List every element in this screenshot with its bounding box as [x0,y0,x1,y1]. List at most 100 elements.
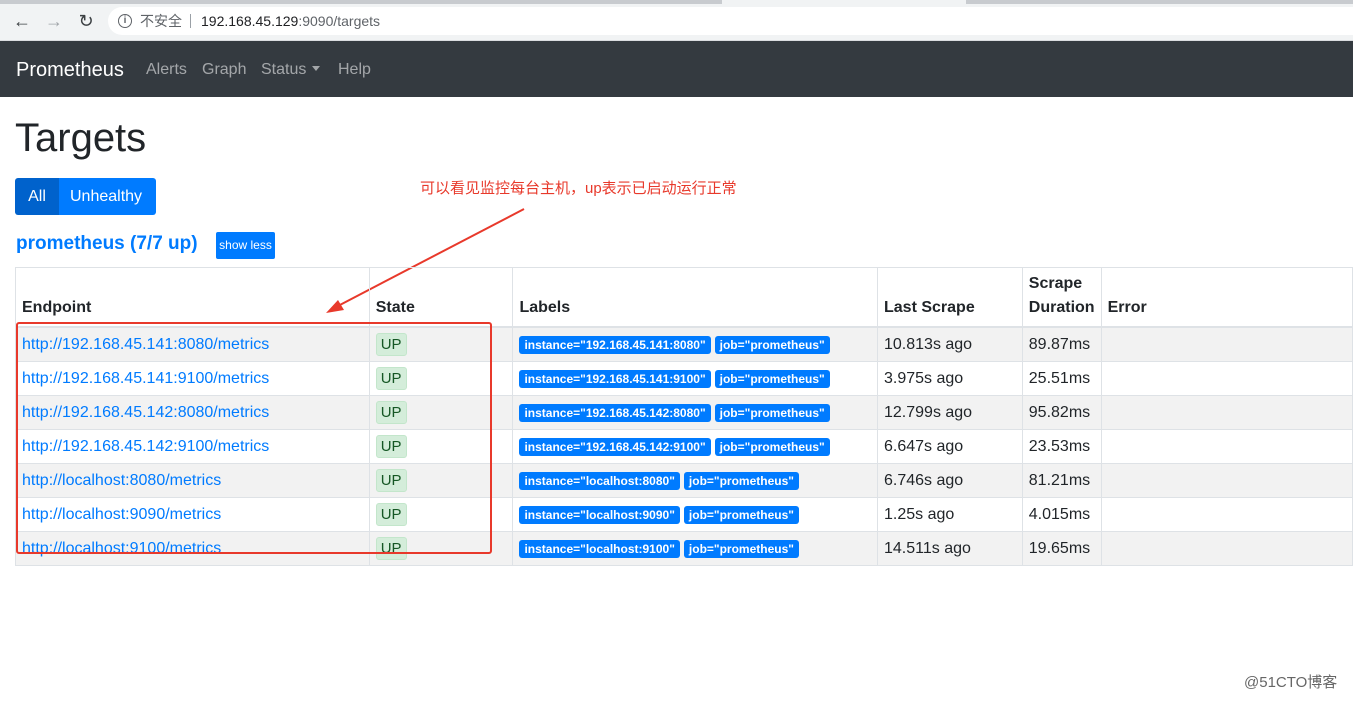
header-scrape-duration-line2: Duration [1028,299,1095,316]
state-cell: UP [368,429,514,464]
state-badge: UP [375,503,407,526]
error-cell [1100,497,1353,532]
address-bar[interactable]: i 不安全 192.168.45.129:9090/targets [108,7,1353,35]
state-badge: UP [375,435,407,458]
instance-label-badge: instance="192.168.45.141:9100" [519,369,711,388]
labels-cell: instance="192.168.45.141:9100" job="prome… [512,361,878,396]
endpoint-cell: http://localhost:9100/metrics [15,531,370,566]
labels-cell: instance="localhost:9100" job="prometheus… [512,531,878,566]
state-cell: UP [368,463,514,498]
labels-cell: instance="192.168.45.142:9100" job="prome… [512,429,878,464]
endpoint-cell: http://localhost:8080/metrics [15,463,370,498]
watermark: @51CTO博客 [1244,674,1338,691]
state-badge: UP [375,401,407,424]
table-row: http://localhost:8080/metrics UP instanc… [15,463,1353,498]
filter-all-button[interactable]: All [15,178,59,215]
table-row: http://192.168.45.142:9100/metrics UP in… [15,429,1353,464]
nav-alerts[interactable]: Alerts [146,59,187,81]
filter-unhealthy-button[interactable]: Unhealthy [59,178,156,215]
duration-cell: 4.015ms [1021,497,1102,532]
url-text[interactable]: 192.168.45.129:9090/targets [201,7,380,35]
error-cell [1100,429,1353,464]
state-cell: UP [368,395,514,430]
duration-cell: 19.65ms [1021,531,1102,566]
instance-label-badge: instance="192.168.45.141:8080" [519,335,711,354]
last-scrape-cell: 12.799s ago [877,395,1023,430]
last-scrape-cell: 14.511s ago [877,531,1023,566]
instance-label-badge: instance="192.168.45.142:8080" [519,403,711,422]
duration-cell: 25.51ms [1021,361,1102,396]
job-label-badge: job="prometheus" [683,471,799,490]
job-header-link[interactable]: prometheus (7/7 up) [16,231,198,257]
url-path: :9090/targets [298,13,381,29]
endpoint-link[interactable]: http://localhost:8080/metrics [22,472,221,489]
table-row: http://192.168.45.141:9100/metrics UP in… [15,361,1353,396]
endpoint-link[interactable]: http://192.168.45.141:9100/metrics [22,370,269,387]
endpoint-cell: http://192.168.45.142:8080/metrics [15,395,370,430]
last-scrape-cell: 1.25s ago [877,497,1023,532]
reload-icon[interactable]: ↻ [74,9,98,33]
table-row: http://192.168.45.142:8080/metrics UP in… [15,395,1353,430]
labels-cell: instance="localhost:8080" job="prometheus… [512,463,878,498]
table-row: http://192.168.45.141:8080/metrics UP in… [15,326,1353,362]
header-scrape-duration-line1: Scrape [1028,275,1083,292]
nav-graph[interactable]: Graph [202,59,246,81]
forward-arrow-icon[interactable]: → [42,9,66,33]
security-status: 不安全 [140,13,182,29]
state-cell: UP [368,497,514,532]
state-cell: UP [368,361,514,396]
state-badge: UP [375,537,407,560]
annotation-text: 可以看见监控每台主机，up表示已启动运行正常 [420,180,737,197]
header-scrape-duration: Scrape Duration [1021,267,1102,328]
state-badge: UP [375,367,407,390]
endpoint-link[interactable]: http://192.168.45.142:8080/metrics [22,404,269,421]
header-labels: Labels [512,267,878,328]
nav-status[interactable]: Status [261,59,321,81]
endpoint-cell: http://192.168.45.142:9100/metrics [15,429,370,464]
duration-cell: 89.87ms [1021,326,1102,362]
state-badge: UP [375,333,407,356]
info-icon[interactable]: i [118,14,132,28]
last-scrape-cell: 10.813s ago [877,326,1023,362]
error-cell [1100,361,1353,396]
instance-label-badge: instance="localhost:9100" [519,539,680,558]
omnibox-divider [190,14,191,28]
error-cell [1100,531,1353,566]
back-arrow-icon[interactable]: ← [10,9,34,33]
target-filter-group: All Unhealthy [15,178,156,215]
duration-cell: 95.82ms [1021,395,1102,430]
endpoint-link[interactable]: http://localhost:9090/metrics [22,506,221,523]
instance-label-badge: instance="localhost:8080" [519,471,680,490]
header-endpoint: Endpoint [15,267,370,328]
state-cell: UP [368,531,514,566]
page-title: Targets [15,116,147,160]
endpoint-link[interactable]: http://localhost:9100/metrics [22,540,221,557]
url-host: 192.168.45.129 [201,13,299,29]
nav-status-label: Status [261,61,307,78]
endpoint-cell: http://192.168.45.141:9100/metrics [15,361,370,396]
labels-cell: instance="192.168.45.141:8080" job="prome… [512,326,878,362]
job-label-badge: job="prometheus" [714,335,830,354]
header-last-scrape: Last Scrape [877,267,1023,328]
endpoint-link[interactable]: http://192.168.45.142:9100/metrics [22,438,269,455]
endpoint-link[interactable]: http://192.168.45.141:8080/metrics [22,336,269,353]
duration-cell: 81.21ms [1021,463,1102,498]
table-row: http://localhost:9090/metrics UP instanc… [15,497,1353,532]
tab-strip [0,0,722,4]
last-scrape-cell: 3.975s ago [877,361,1023,396]
show-less-button[interactable]: show less [216,232,275,259]
caret-down-icon [312,66,321,71]
job-label-badge: job="prometheus" [683,539,799,558]
job-label-badge: job="prometheus" [714,437,830,456]
error-cell [1100,326,1353,362]
labels-cell: instance="192.168.45.142:8080" job="prome… [512,395,878,430]
brand-link[interactable]: Prometheus [16,57,124,83]
last-scrape-cell: 6.746s ago [877,463,1023,498]
nav-help[interactable]: Help [338,59,371,81]
targets-table: Endpoint State Labels Last Scrape Scrape… [15,267,1353,566]
duration-cell: 23.53ms [1021,429,1102,464]
table-row: http://localhost:9100/metrics UP instanc… [15,531,1353,566]
tab-strip [966,0,1353,4]
table-header-row: Endpoint State Labels Last Scrape Scrape… [15,267,1353,328]
labels-cell: instance="localhost:9090" job="prometheus… [512,497,878,532]
